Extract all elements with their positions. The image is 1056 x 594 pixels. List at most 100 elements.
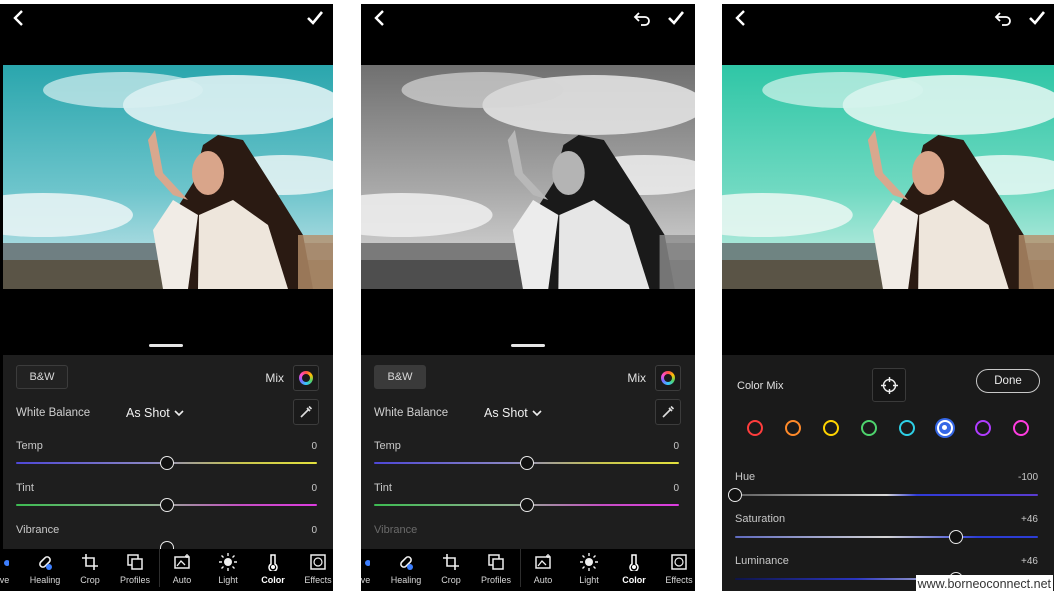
color-dot-magenta[interactable] [1013, 420, 1029, 436]
eyedropper-icon [662, 405, 675, 418]
top-bar [361, 4, 695, 34]
bandage-icon [36, 553, 54, 571]
tool-effects[interactable]: Effects [296, 553, 333, 585]
vibrance-label: Vibrance [16, 524, 60, 536]
color-dot-red[interactable] [747, 420, 763, 436]
luminance-label: Luminance [735, 555, 789, 567]
phone-screen-color: B&W Mix White Balance As Shot Temp 0 Tin… [0, 4, 333, 591]
white-balance-label: White Balance [16, 407, 91, 419]
selective-icon [0, 553, 9, 571]
done-button[interactable]: Done [976, 369, 1040, 393]
saturation-slider-thumb[interactable] [949, 530, 964, 544]
tint-slider-thumb[interactable] [160, 498, 174, 512]
color-dot-aqua[interactable] [899, 420, 915, 436]
bottom-toolbar: ctive Healing Crop Profiles Auto Light C… [0, 549, 333, 591]
tool-effects[interactable]: Effects [657, 553, 695, 585]
phone-screen-bw: B&W Mix White Balance As Shot Temp 0 Tin… [361, 4, 695, 591]
color-dot-orange[interactable] [785, 420, 801, 436]
back-arrow-icon[interactable] [731, 8, 751, 28]
color-mix-button[interactable] [293, 365, 319, 391]
effects-icon [670, 553, 688, 571]
tool-healing[interactable]: Healing [23, 553, 67, 585]
vibrance-value: 0 [311, 525, 317, 536]
white-balance-dropdown[interactable]: As Shot [126, 406, 170, 420]
back-arrow-icon[interactable] [370, 8, 390, 28]
tool-healing[interactable]: Healing [384, 553, 428, 585]
undo-icon[interactable] [632, 8, 652, 28]
color-wheel-icon [661, 371, 675, 385]
bottom-toolbar: ctive Healing Crop Profiles Auto Light C… [361, 549, 695, 591]
effects-icon [309, 553, 327, 571]
tool-profiles[interactable]: Profiles [113, 553, 157, 585]
bandage-icon [397, 553, 415, 571]
color-dot-yellow[interactable] [823, 420, 839, 436]
tool-crop[interactable]: Crop [68, 553, 112, 585]
tint-slider-thumb[interactable] [520, 498, 534, 512]
crop-icon [442, 553, 460, 571]
tool-auto[interactable]: Auto [521, 553, 565, 585]
back-arrow-icon[interactable] [9, 8, 29, 28]
sun-icon [219, 553, 237, 571]
color-dot-purple[interactable] [975, 420, 991, 436]
color-edit-sheet: B&W Mix White Balance As Shot Temp 0 Tin… [3, 355, 333, 549]
temp-slider-thumb[interactable] [520, 456, 534, 470]
tool-selective[interactable]: ctive [361, 553, 383, 585]
hue-slider-thumb[interactable] [728, 488, 742, 502]
profiles-icon [487, 553, 505, 571]
eyedropper-button[interactable] [293, 399, 319, 425]
eyedropper-icon [300, 405, 313, 418]
white-balance-dropdown[interactable]: As Shot [484, 406, 528, 420]
tool-light[interactable]: Light [206, 553, 250, 585]
tool-profiles[interactable]: Profiles [474, 553, 518, 585]
mix-label: Mix [265, 371, 284, 385]
chevron-down-icon[interactable] [532, 409, 542, 417]
vibrance-slider-thumb[interactable] [160, 541, 174, 549]
top-bar [0, 4, 333, 34]
photo-preview-teal [3, 65, 333, 289]
sheet-drag-handle[interactable] [149, 344, 183, 347]
profiles-icon [126, 553, 144, 571]
top-bar [722, 4, 1054, 34]
checkmark-icon[interactable] [666, 8, 686, 28]
tool-color[interactable]: Color [612, 553, 656, 585]
checkmark-icon[interactable] [1027, 8, 1047, 28]
eyedropper-button[interactable] [655, 399, 681, 425]
bw-toggle-button[interactable]: B&W [374, 365, 426, 389]
saturation-slider-track[interactable] [735, 536, 1038, 538]
selective-icon [361, 553, 370, 571]
tool-selective[interactable]: ctive [0, 553, 22, 585]
auto-icon [534, 553, 552, 571]
hue-value: -100 [1017, 472, 1038, 483]
color-dot-green[interactable] [861, 420, 877, 436]
checkmark-icon[interactable] [305, 8, 325, 28]
crop-icon [81, 553, 99, 571]
target-adjust-button[interactable] [872, 368, 906, 402]
color-mix-label: Color Mix [737, 380, 784, 392]
hue-slider-track[interactable] [735, 494, 1038, 496]
tint-label: Tint [374, 482, 392, 494]
color-wheel-icon [299, 371, 313, 385]
undo-icon[interactable] [993, 8, 1013, 28]
temp-label: Temp [374, 440, 401, 452]
tool-light[interactable]: Light [567, 553, 611, 585]
white-balance-label: White Balance [374, 407, 449, 419]
luminance-value: +46 [1021, 556, 1038, 567]
bw-toggle-button[interactable]: B&W [16, 365, 68, 389]
auto-icon [173, 553, 191, 571]
color-dot-blue[interactable] [937, 420, 953, 436]
temp-slider-thumb[interactable] [160, 456, 174, 470]
tint-value: 0 [311, 483, 317, 494]
vibrance-label-disabled: Vibrance [374, 524, 418, 536]
temp-value: 0 [311, 441, 317, 452]
thermometer-icon [264, 553, 282, 571]
saturation-label: Saturation [735, 513, 786, 525]
watermark: www.borneoconnect.net [915, 575, 1053, 593]
tool-color[interactable]: Color [251, 553, 295, 585]
hue-label: Hue [735, 471, 756, 483]
color-mix-button[interactable] [655, 365, 681, 391]
tool-auto[interactable]: Auto [160, 553, 204, 585]
tool-crop[interactable]: Crop [429, 553, 473, 585]
chevron-down-icon[interactable] [174, 409, 184, 417]
color-mix-sheet: Color Mix Done Hue -100 Saturation +46 L… [722, 355, 1054, 591]
sheet-drag-handle[interactable] [511, 344, 545, 347]
